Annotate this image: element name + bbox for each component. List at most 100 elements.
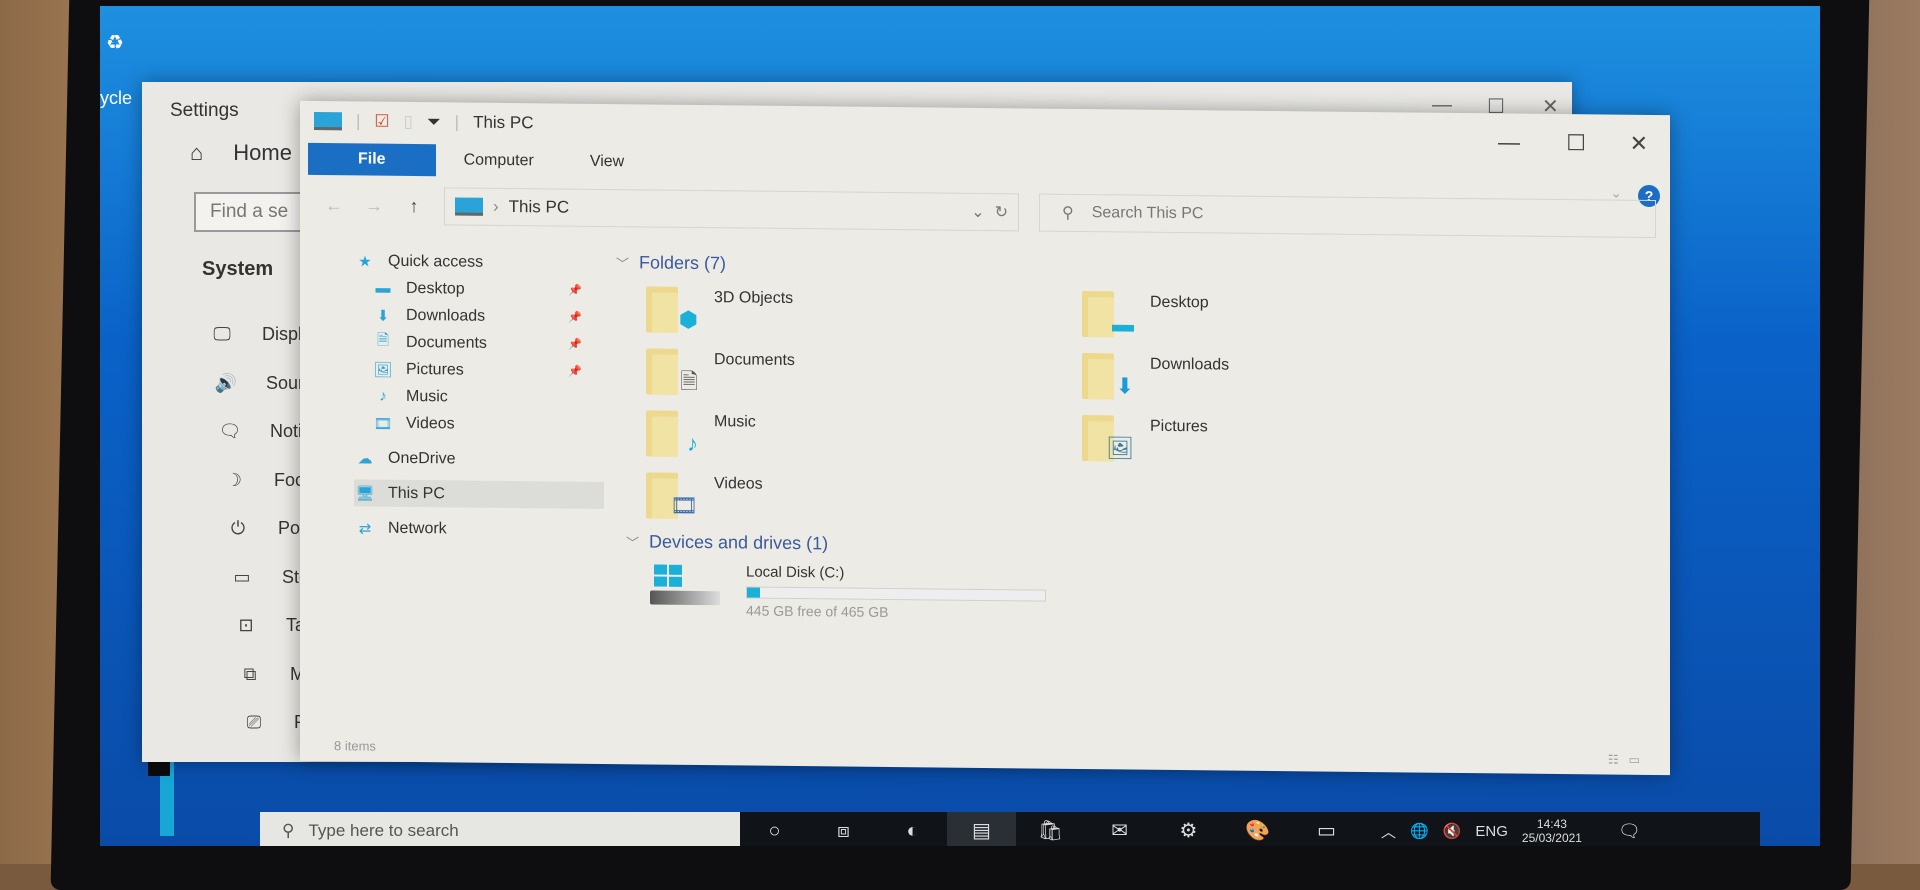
folder-item[interactable]: 🗎Documents — [646, 348, 795, 396]
refresh-button[interactable]: ↻ — [995, 202, 1008, 222]
window-title: This PC — [473, 113, 533, 134]
new-folder-icon[interactable]: ▯ — [404, 112, 413, 132]
taskbar-edge-icon[interactable]: ◐ — [878, 812, 947, 846]
search-icon: ⚲ — [282, 821, 294, 841]
content-pane: ﹀ Folders (7) ⬢3D Objects ▬Desktop 🗎Docume… — [616, 244, 1640, 735]
pin-icon[interactable]: 📌 — [568, 365, 582, 378]
nav-item-documents[interactable]: 🗎Documents📌 — [354, 328, 604, 358]
tab-computer[interactable]: Computer — [436, 145, 562, 176]
tab-view[interactable]: View — [562, 147, 652, 178]
nav-item-quick-access[interactable]: ★ Quick access — [354, 247, 604, 277]
maximize-button[interactable]: ☐ — [1566, 130, 1586, 156]
drives-group-header[interactable]: ﹀ Devices and drives (1) — [626, 531, 828, 554]
pin-icon[interactable]: 📌 — [568, 311, 582, 324]
this-pc-icon: 🖥 — [354, 484, 376, 502]
3d-objects-folder-icon: ⬢ — [646, 286, 698, 333]
desktop-icon: ▬ — [372, 280, 394, 297]
taskbar-mail-icon[interactable]: ✉ — [1085, 812, 1154, 846]
nav-item-label: Documents — [406, 333, 487, 352]
folder-item[interactable]: 🖼 Pictures — [1082, 415, 1208, 462]
folder-overlay-glyph: ♪ — [687, 433, 698, 455]
sound-icon: 🔊 — [214, 373, 238, 394]
nav-item-onedrive[interactable]: ☁ OneDrive — [354, 444, 604, 474]
nav-item-network[interactable]: ⇄Network — [354, 514, 604, 544]
nav-item-this-pc[interactable]: 🖥This PC — [354, 479, 604, 509]
chevron-down-icon: ﹀ — [626, 532, 639, 551]
nav-item-videos[interactable]: 🎞Videos — [354, 409, 604, 439]
chevron-down-icon: ﹀ — [616, 253, 629, 272]
properties-icon[interactable]: ☑ — [374, 112, 389, 132]
settings-nav-item[interactable]: 🖵Displa — [210, 324, 312, 345]
taskbar: ⚲ Type here to search ○⧈◐▤🛍✉⚙🎨▭ ︿ 🌐 🔇 EN… — [260, 812, 1760, 846]
nav-item-label: Desktop — [406, 279, 465, 298]
recycle-bin-icon[interactable]: ♻ — [106, 30, 124, 55]
address-bar[interactable]: › This PC ⌄ ↻ — [444, 187, 1019, 231]
multitasking-icon: ⧉ — [238, 664, 262, 685]
volume-muted-icon[interactable]: 🔇 — [1443, 822, 1462, 840]
up-button[interactable]: ↑ — [394, 195, 434, 216]
folder-item[interactable]: ⬇ Downloads — [1082, 353, 1229, 401]
folder-label: Desktop — [1150, 294, 1209, 313]
downloads-folder-icon: ⬇ — [1082, 353, 1134, 400]
customize-toolbar-icon[interactable]: ⏷ — [427, 112, 441, 132]
settings-home-link[interactable]: ⌂ Home — [190, 140, 292, 166]
back-button[interactable]: ← — [314, 194, 354, 215]
breadcrumb-this-pc[interactable]: This PC — [509, 197, 962, 222]
nav-item-label: Network — [388, 519, 447, 538]
details-view-button[interactable]: ☷ — [1608, 753, 1619, 767]
nav-item-downloads[interactable]: ⬇Downloads📌 — [354, 301, 604, 331]
nav-item-desktop[interactable]: ▬ Desktop 📌 — [354, 274, 604, 304]
nav-item-label: Quick access — [388, 252, 483, 271]
taskbar-cortana-icon[interactable]: ○ — [740, 812, 809, 846]
nav-item-pictures[interactable]: 🖼Pictures📌 — [354, 355, 604, 385]
folder-overlay-glyph: ⬢ — [679, 309, 698, 331]
tab-file[interactable]: File — [308, 143, 436, 176]
folder-label: Videos — [714, 475, 763, 494]
drive-item[interactable]: Local Disk (C:)445 GB free of 465 GB — [650, 562, 1046, 621]
nav-item-music[interactable]: ♪Music — [354, 382, 604, 412]
onedrive-icon: ☁ — [354, 449, 376, 467]
close-button[interactable]: ✕ — [1630, 131, 1648, 157]
breadcrumb-separator: › — [493, 197, 499, 217]
taskbar-task-view-icon[interactable]: ⧈ — [809, 812, 878, 846]
language-indicator[interactable]: ENG — [1475, 823, 1508, 840]
home-icon: ⌂ — [190, 140, 203, 166]
taskbar-paint-icon[interactable]: 🎨 — [1223, 812, 1292, 846]
folder-item[interactable]: ▬Desktop — [1082, 291, 1209, 338]
folder-item[interactable]: ♪Music — [646, 410, 756, 457]
settings-nav-item[interactable]: 🗨Notifi — [218, 421, 311, 442]
desktop: ♻ ycle PDDDDDDDDDDD Settings — ☐ ✕ ⌂ Hom… — [100, 6, 1820, 846]
star-icon: ★ — [354, 252, 376, 270]
taskbar-file-explorer-icon[interactable]: ▤ — [947, 812, 1016, 846]
action-center-icon[interactable]: 🗨 — [1618, 821, 1641, 842]
address-history-dropdown[interactable]: ⌄ — [971, 202, 984, 222]
recycle-bin-label: ycle — [100, 88, 132, 109]
downloads-icon: ⬇ — [372, 306, 394, 324]
videos-folder-icon: 🎞 — [646, 472, 698, 519]
taskbar-search-box[interactable]: ⚲ Type here to search — [260, 812, 740, 846]
folder-label: Downloads — [1150, 356, 1229, 375]
folder-label: Pictures — [1150, 418, 1208, 437]
taskbar-settings-icon[interactable]: ⚙ — [1154, 812, 1223, 846]
show-hidden-icons-button[interactable]: ︿ — [1381, 821, 1396, 842]
taskbar-monitor-app-icon[interactable]: ▭ — [1292, 812, 1361, 846]
folder-item[interactable]: 🎞 Videos — [646, 472, 763, 519]
folder-item[interactable]: ⬢3D Objects — [646, 286, 793, 334]
taskbar-store-icon[interactable]: 🛍 — [1016, 812, 1085, 846]
documents-folder-icon: 🗎 — [646, 348, 698, 395]
nav-item-label: OneDrive — [388, 449, 456, 468]
drive-usage-bar — [746, 586, 1046, 601]
forward-button[interactable]: → — [354, 195, 394, 216]
folders-group-header[interactable]: ﹀ Folders (7) — [616, 252, 726, 274]
search-icon: ⚲ — [1062, 203, 1074, 223]
settings-section-title: System — [202, 258, 273, 281]
minimize-button[interactable]: — — [1498, 129, 1520, 155]
pin-icon[interactable]: 📌 — [568, 284, 582, 297]
network-icon[interactable]: 🌐 — [1410, 822, 1429, 840]
search-input[interactable]: ⚲ Search This PC — [1039, 194, 1656, 238]
large-icons-view-button[interactable]: ▭ — [1629, 753, 1640, 767]
pin-icon[interactable]: 📌 — [568, 338, 582, 351]
pictures-folder-icon: 🖼 — [1082, 415, 1134, 462]
clock[interactable]: 14:43 25/03/2021 — [1522, 817, 1582, 845]
folder-overlay-glyph: 🎞 — [670, 495, 698, 517]
